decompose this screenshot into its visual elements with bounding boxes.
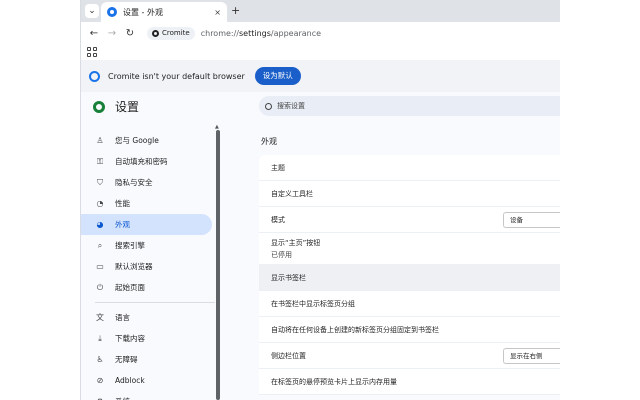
sidebar-item-appearance[interactable]: ◕ 外观 xyxy=(81,214,212,235)
tab-title: 设置 - 外观 xyxy=(123,7,163,17)
appearance-card: 主题 自定义工具栏 模式 设备 显示“主页”按钮 已停用 显示书签栏 在书签栏中 xyxy=(259,155,560,395)
sidebar-item-label: 搜索引擎 xyxy=(115,241,145,250)
wrench-icon: ⚙ xyxy=(95,397,105,400)
customize-toolbar-row[interactable]: 自定义工具栏 xyxy=(259,181,560,207)
sidebar-item-adblock[interactable]: ⊘ Adblock xyxy=(81,370,212,391)
sidebar-item-label: 性能 xyxy=(115,199,130,208)
page-title: 设置 xyxy=(115,100,140,114)
shield-icon: ⛉ xyxy=(97,177,103,187)
sidebar-item-on-startup[interactable]: ⏻ 起始页面 xyxy=(81,277,212,298)
sidebar-item-privacy[interactable]: ⛉ 隐私与安全 xyxy=(81,172,212,193)
power-icon: ⏻ xyxy=(96,282,104,292)
sidebar-item-performance[interactable]: ◔ 性能 xyxy=(81,193,212,214)
search-placeholder: 搜索设置 xyxy=(277,102,305,110)
settings-logo-icon xyxy=(93,100,105,113)
home-button-status: 已停用 xyxy=(271,250,292,259)
sidebar-item-accessibility[interactable]: ♿ 无障碍 xyxy=(81,349,212,370)
speedometer-icon: ◔ xyxy=(96,199,104,208)
sidebar-item-label: 下载内容 xyxy=(115,334,145,343)
settings-brand: 设置 xyxy=(93,98,139,115)
show-home-button-row[interactable]: 显示“主页”按钮 已停用 xyxy=(259,233,560,265)
sidebar-item-label: 无障碍 xyxy=(115,355,138,364)
sidebar-item-label: 默认浏览器 xyxy=(115,262,153,271)
sidebar-divider xyxy=(95,302,215,303)
search-icon: ⌕ xyxy=(97,240,103,250)
theme-row[interactable]: 主题 xyxy=(259,155,560,181)
sidebar-item-default-browser[interactable]: ▭ 默认浏览器 xyxy=(81,256,212,277)
forward-button[interactable]: → xyxy=(103,28,121,39)
sidebar-scrollbar[interactable] xyxy=(216,130,220,400)
sidebar-item-label: 语言 xyxy=(115,313,130,322)
palette-icon: ◕ xyxy=(96,220,104,229)
sidebar-item-label: Adblock xyxy=(115,376,145,385)
side-panel-position-row: 侧边栏位置 显示在右侧 xyxy=(259,343,560,369)
sidebar-item-downloads[interactable]: ⤓ 下载内容 xyxy=(81,328,212,349)
new-tab-button[interactable]: + xyxy=(231,4,240,17)
mode-select[interactable]: 设备 xyxy=(503,212,560,228)
translate-icon: 文 xyxy=(96,313,104,322)
auto-pin-tab-groups-row[interactable]: 自动将在任何设备上创建的新标签页分组固定到书签栏 xyxy=(259,317,560,343)
tab-strip: ⌄ 设置 - 外观 × + xyxy=(81,0,560,22)
appearance-content: 外观 主题 自定义工具栏 模式 设备 显示“主页”按钮 已停用 显示书签栏 在书… xyxy=(259,124,560,400)
reload-button[interactable]: ↻ xyxy=(121,28,139,39)
side-panel-position-select[interactable]: 显示在右侧 xyxy=(503,348,560,364)
cromite-logo-icon xyxy=(152,29,159,37)
sidebar-item-languages[interactable]: 文 语言 xyxy=(81,307,212,328)
block-icon: ⊘ xyxy=(96,376,104,385)
sidebar-item-label: 系统 xyxy=(115,396,130,400)
mode-row: 模式 设备 xyxy=(259,207,560,233)
sidebar-item-you-and-google[interactable]: ♙ 您与 Google xyxy=(81,130,212,151)
download-icon: ⤓ xyxy=(98,333,102,343)
url-text: chrome://settings/appearance xyxy=(200,28,322,38)
memory-usage-hover-row[interactable]: 在标签页的悬停预览卡片上显示内存用量 xyxy=(259,369,560,395)
search-settings-input[interactable]: 搜索设置 xyxy=(259,96,560,116)
sidebar-item-label: 自动填充和密码 xyxy=(115,157,168,166)
section-title: 外观 xyxy=(261,137,277,146)
sidebar-item-label: 您与 Google xyxy=(115,136,159,145)
key-icon: ⚿ xyxy=(96,156,104,166)
settings-sidebar: ♙ 您与 Google ⚿ 自动填充和密码 ⛉ 隐私与安全 ◔ 性能 ◕ 外观 … xyxy=(81,124,221,400)
accessibility-icon: ♿ xyxy=(96,355,104,364)
cromite-logo-icon xyxy=(89,70,100,82)
show-tab-groups-row[interactable]: 在书签栏中显示标签页分组 xyxy=(259,291,560,317)
person-icon: ♙ xyxy=(96,136,104,145)
browser-icon: ▭ xyxy=(96,262,104,271)
settings-page: 设置 搜索设置 ♙ 您与 Google ⚿ 自动填充和密码 ⛉ 隐私与安全 ◔ … xyxy=(81,92,560,400)
tab-close-button[interactable]: × xyxy=(214,8,221,17)
sidebar-item-autofill[interactable]: ⚿ 自动填充和密码 xyxy=(81,151,212,172)
sidebar-item-system[interactable]: ⚙ 系统 xyxy=(81,391,212,400)
set-default-button[interactable]: 设为默认 xyxy=(254,67,301,85)
sidebar-item-label: 外观 xyxy=(115,220,130,229)
sidebar-item-label: 起始页面 xyxy=(115,283,145,292)
toolbar: ← → ↻ Cromite chrome://settings/appearan… xyxy=(81,22,560,44)
browser-window: ⌄ 设置 - 外观 × + ← → ↻ Cromite chrome://set… xyxy=(80,0,560,400)
default-browser-infobar: Cromite isn't your default browser 设为默认 xyxy=(81,60,560,92)
show-bookmarks-bar-row[interactable]: 显示书签栏 xyxy=(259,265,560,291)
site-chip[interactable]: Cromite xyxy=(147,26,195,40)
desktop-margin-left xyxy=(0,0,80,400)
sidebar-item-label: 隐私与安全 xyxy=(115,178,153,187)
tab-settings[interactable]: 设置 - 外观 × xyxy=(101,2,227,22)
gear-icon xyxy=(107,7,117,17)
apps-icon[interactable] xyxy=(87,47,97,57)
infobar-message: Cromite isn't your default browser xyxy=(108,71,245,81)
site-chip-label: Cromite xyxy=(162,29,190,37)
search-icon xyxy=(265,102,272,110)
address-bar[interactable]: Cromite chrome://settings/appearance xyxy=(147,25,560,41)
bookmarks-bar xyxy=(81,44,560,60)
back-button[interactable]: ← xyxy=(85,28,103,39)
tab-search-button[interactable]: ⌄ xyxy=(85,4,99,18)
desktop-margin-right xyxy=(560,0,640,400)
sidebar-item-search-engine[interactable]: ⌕ 搜索引擎 xyxy=(81,235,212,256)
